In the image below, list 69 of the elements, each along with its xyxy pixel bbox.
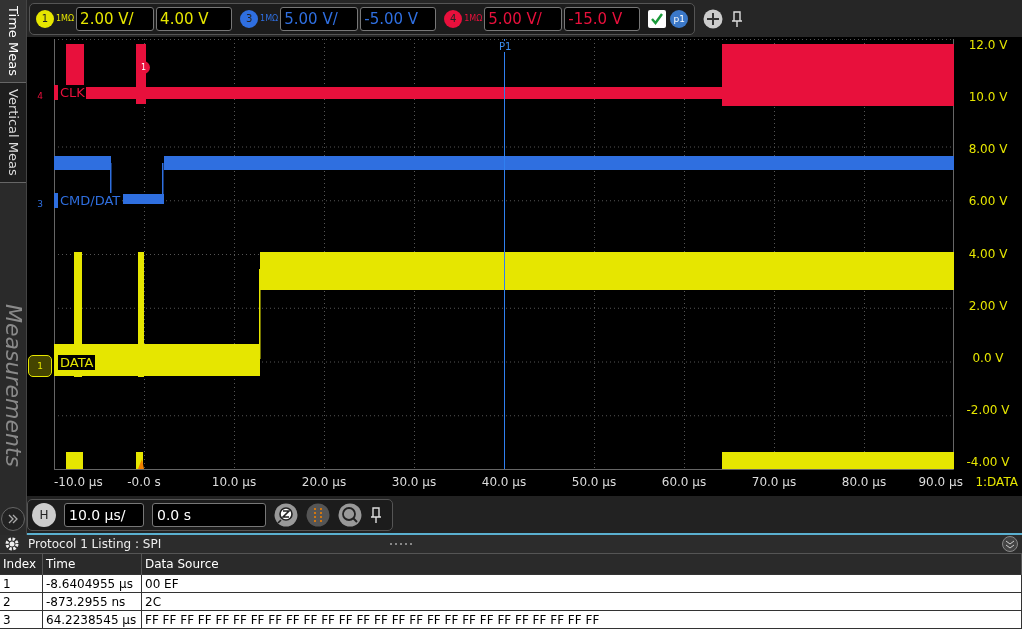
offset-field[interactable]: -15.0 V [564, 6, 641, 31]
table-cell: 64.2238545 µs [42, 610, 142, 629]
collapse-icon[interactable] [1002, 536, 1018, 552]
cursor-button[interactable]: p1 [670, 9, 689, 28]
scale-field[interactable]: 5.00 V/ [280, 6, 359, 31]
axis-label: 4.00 V [968, 245, 1008, 262]
scale-field[interactable]: 2.00 V/ [76, 6, 155, 31]
side-tab[interactable]: Vertical Meas [0, 82, 26, 183]
table-cell: 3 [0, 610, 43, 629]
checkbox[interactable] [648, 9, 667, 28]
axis-label: 2.00 V [968, 297, 1008, 314]
coupling-label: 1MΩ [260, 14, 279, 23]
chevron-icon [7, 513, 19, 525]
axis-label: 0.0 V [972, 349, 1004, 366]
settings-icon[interactable] [4, 536, 20, 552]
axis-label: 10.0 µs [211, 475, 257, 489]
axis-label: 6.00 V [968, 193, 1008, 210]
offset-field[interactable]: 4.00 V [156, 6, 233, 31]
ground-marker[interactable]: 4 [28, 85, 52, 107]
table-cell: -873.2955 ns [42, 592, 142, 611]
cursor-line[interactable] [504, 39, 505, 470]
source-label: 1:DATA [975, 475, 1018, 489]
trace-label: CMD/DAT [54, 193, 122, 208]
cursor-label: P1 [497, 41, 514, 52]
table-cell: 2 [0, 592, 43, 611]
position-field[interactable]: 0.0 s [152, 502, 266, 527]
axis-label: 60.0 µs [661, 475, 707, 489]
coupling-label: 1MΩ [464, 14, 483, 23]
column-header[interactable]: Index [0, 554, 43, 575]
search-icon[interactable] [338, 502, 362, 527]
panel-title: Measurements [0, 304, 26, 467]
axis-label: -0.0 s [127, 475, 161, 489]
axis-label: 12.0 V [968, 37, 1008, 53]
axis-label: -2.00 V [966, 401, 1010, 418]
side-tab[interactable]: Time Meas [0, 0, 26, 83]
table-cell: 00 EF [141, 574, 1022, 593]
axis-label: 80.0 µs [841, 475, 887, 489]
axis-label: 10.0 V [968, 89, 1008, 106]
pin-icon[interactable] [731, 10, 744, 27]
axis-label: 40.0 µs [481, 475, 527, 489]
horizontal-button[interactable]: H [32, 502, 56, 527]
offset-field[interactable]: -5.00 V [360, 6, 437, 31]
panel-title: Protocol 1 Listing : SPI [28, 537, 162, 551]
ground-marker[interactable]: 1 [28, 355, 52, 377]
table-cell: -8.6404955 µs [42, 574, 142, 593]
ground-marker[interactable]: 3 [28, 193, 52, 215]
scale-field[interactable]: 5.00 V/ [484, 6, 563, 31]
axis-label: 8.00 V [968, 141, 1008, 158]
axis-label: 30.0 µs [391, 475, 437, 489]
coupling-label: 1MΩ [56, 14, 75, 23]
pin-icon[interactable] [370, 506, 382, 523]
zoom-icon[interactable] [274, 502, 298, 527]
axis-label: 20.0 µs [301, 475, 347, 489]
axis-label: -10.0 µs [54, 475, 103, 489]
channel-badge[interactable]: 1 [36, 9, 54, 28]
add-icon[interactable] [703, 8, 724, 29]
table-cell: FF FF FF FF FF FF FF FF FF FF FF FF FF FF FF FF FF FF FF FF FF FF FF FF FF FF [141, 610, 1022, 629]
trigger-icon [138, 459, 144, 469]
table-cell: 2C [141, 592, 1022, 611]
axis-label: 70.0 µs [751, 475, 797, 489]
expand-button[interactable] [1, 507, 25, 531]
trace-label: CLK [54, 85, 86, 100]
axis-label: 90.0 µs [918, 475, 963, 489]
timebase-field[interactable]: 10.0 µs/ [64, 502, 144, 527]
column-header[interactable]: Data Source [141, 554, 1022, 575]
table-cell: 1 [0, 574, 43, 593]
axis-label: -4.00 V [966, 454, 1010, 470]
axis-label: 50.0 µs [571, 475, 617, 489]
column-header[interactable]: Time [42, 554, 142, 575]
